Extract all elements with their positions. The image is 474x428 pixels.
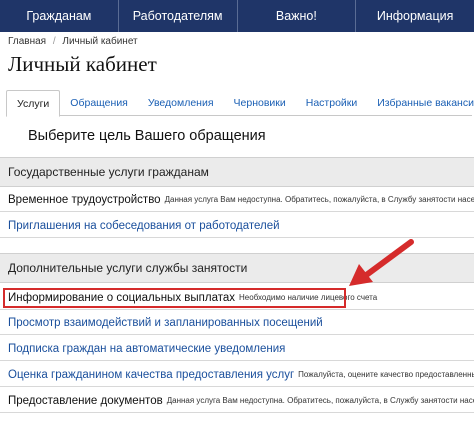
tab-favorite-vacancies[interactable]: Избранные вакансии: [367, 90, 474, 115]
highlight-box: [3, 288, 346, 308]
service-link[interactable]: Оценка гражданином качества предоставлен…: [8, 369, 294, 381]
service-note: Данная услуга Вам недоступна. Обратитесь…: [164, 195, 474, 204]
service-title[interactable]: Временное трудоустройство: [8, 194, 161, 206]
section-header-state-services: Государственные услуги гражданам: [0, 157, 474, 187]
nav-information[interactable]: Информация: [356, 0, 474, 32]
list-item[interactable]: Приглашения на собеседования от работода…: [0, 214, 474, 238]
service-title[interactable]: Предоставление документов: [8, 395, 163, 407]
service-note: Пожалуйста, оцените качество предоставле…: [298, 370, 474, 379]
page-title: Личный кабинет: [8, 52, 157, 76]
list-item[interactable]: Временное трудоустройство Данная услуга …: [0, 188, 474, 212]
tab-bar: Услуги Обращения Уведомления Черновики Н…: [6, 90, 474, 117]
tab-services[interactable]: Услуги: [6, 90, 61, 117]
tab-settings[interactable]: Настройки: [296, 90, 368, 115]
list-item[interactable]: Оценка гражданином качества предоставлен…: [0, 363, 474, 387]
breadcrumb-separator: /: [52, 36, 56, 47]
tab-requests[interactable]: Обращения: [60, 90, 138, 115]
prompt-heading: Выберите цель Вашего обращения: [28, 128, 266, 144]
nav-employers[interactable]: Работодателям: [119, 0, 238, 32]
nav-important[interactable]: Важно!: [238, 0, 357, 32]
breadcrumb-home[interactable]: Главная: [8, 36, 46, 47]
service-note: Данная услуга Вам недоступна. Обратитесь…: [166, 396, 474, 405]
list-item[interactable]: Подписка граждан на автоматические уведо…: [0, 337, 474, 361]
tab-notifications[interactable]: Уведомления: [138, 90, 224, 115]
breadcrumb: Главная / Личный кабинет: [8, 36, 138, 47]
arrow-icon: [349, 239, 414, 286]
nav-citizens[interactable]: Гражданам: [0, 0, 119, 32]
service-link[interactable]: Приглашения на собеседования от работода…: [8, 220, 280, 232]
breadcrumb-current: Личный кабинет: [62, 36, 138, 47]
top-navigation: Гражданам Работодателям Важно! Информаци…: [0, 0, 474, 32]
service-link[interactable]: Подписка граждан на автоматические уведо…: [8, 343, 285, 355]
list-item[interactable]: Просмотр взаимодействий и запланированны…: [0, 311, 474, 335]
tab-drafts[interactable]: Черновики: [224, 90, 296, 115]
service-link[interactable]: Просмотр взаимодействий и запланированны…: [8, 317, 323, 329]
list-item[interactable]: Предоставление документов Данная услуга …: [0, 389, 474, 413]
